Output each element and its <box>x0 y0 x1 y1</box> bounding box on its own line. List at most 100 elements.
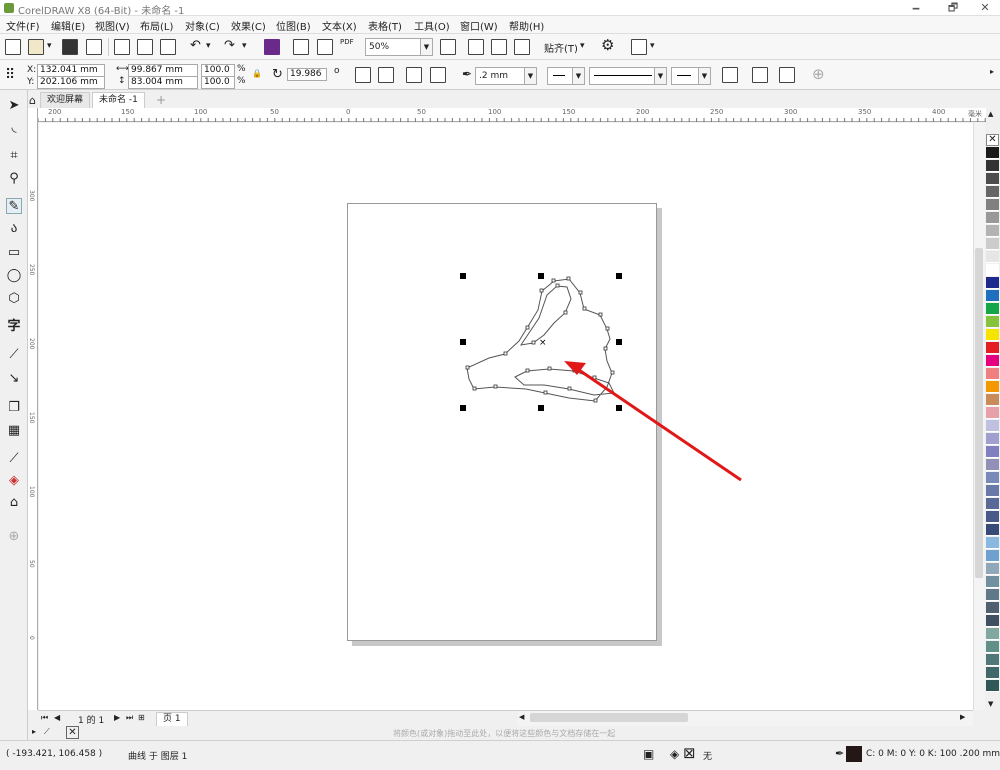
undo-dropdown-icon[interactable]: ▾ <box>206 41 211 51</box>
drop-shadow-tool-icon[interactable]: ❐ <box>6 400 22 416</box>
page-1-tab[interactable]: 页 1 <box>156 712 188 726</box>
scroll-left-icon[interactable]: ◀ <box>519 713 524 721</box>
object-origin-icon[interactable]: ⠿ <box>5 67 15 83</box>
palette-swatch[interactable] <box>986 225 999 237</box>
palette-swatch[interactable] <box>986 485 999 497</box>
menu-tools[interactable]: 工具(O) <box>414 18 450 33</box>
extract-subpath-icon[interactable] <box>779 67 795 83</box>
print-icon[interactable] <box>86 39 102 55</box>
cut-icon[interactable] <box>114 39 130 55</box>
parallel-dimension-tool-icon[interactable]: ⟋ <box>6 347 22 363</box>
show-guidelines-icon[interactable] <box>514 39 530 55</box>
scale-y-field[interactable]: 100.0 <box>201 76 235 89</box>
launcher-dropdown-icon[interactable]: ▾ <box>650 41 655 51</box>
y-position-field[interactable]: 202.106 mm <box>37 76 105 89</box>
smart-fill-tool-icon[interactable]: ⌂ <box>6 495 22 511</box>
palette-swatch[interactable] <box>986 342 999 354</box>
palette-swatch[interactable] <box>986 355 999 367</box>
palette-swatch[interactable] <box>986 459 999 471</box>
corel-connect-icon[interactable] <box>264 39 280 55</box>
eyedropper-tool-icon[interactable]: ⟋ <box>6 451 22 467</box>
palette-swatch[interactable] <box>986 511 999 523</box>
tab-untitled-1[interactable]: 未命名 -1 <box>92 92 145 108</box>
palette-swatch[interactable] <box>986 654 999 666</box>
prev-page-icon[interactable]: ◀ <box>54 713 60 722</box>
open-folder-icon[interactable] <box>28 39 44 55</box>
close-curve-icon[interactable] <box>722 67 738 83</box>
property-bar-expand-icon[interactable]: ▸ <box>990 67 994 76</box>
palette-swatch[interactable] <box>986 563 999 575</box>
end-arrowhead-select[interactable]: ▼ <box>671 67 711 85</box>
polygon-tool-icon[interactable]: ⬡ <box>6 291 22 307</box>
rotation-angle-field[interactable]: 19.986 <box>287 68 327 81</box>
new-tab-icon[interactable]: + <box>156 93 166 107</box>
transparency-tool-icon[interactable]: ▦ <box>6 423 22 439</box>
fill-bucket-icon[interactable]: ◈ <box>670 747 679 761</box>
outline-width-select[interactable]: .2 mm ▼ <box>475 67 537 85</box>
add-tool-icon[interactable]: ⊕ <box>6 529 22 545</box>
wrap-text-icon[interactable] <box>752 67 768 83</box>
start-arrowhead-select[interactable]: ▼ <box>547 67 585 85</box>
palette-swatch[interactable] <box>986 186 999 198</box>
new-document-icon[interactable] <box>5 39 21 55</box>
menu-table[interactable]: 表格(T) <box>368 18 402 33</box>
mirror-horizontal-icon[interactable] <box>355 67 371 83</box>
palette-swatch[interactable] <box>986 433 999 445</box>
interactive-fill-tool-icon[interactable]: ◈ <box>6 473 22 489</box>
vertical-ruler[interactable]: 300 250 200 150 100 50 0 <box>28 108 38 710</box>
palette-swatch[interactable] <box>986 329 999 341</box>
menu-view[interactable]: 视图(V) <box>95 18 130 33</box>
palette-swatch[interactable] <box>986 602 999 614</box>
snap-dropdown-icon[interactable]: ▾ <box>580 41 585 51</box>
copy-icon[interactable] <box>137 39 153 55</box>
horizontal-ruler[interactable]: 200 150 100 50 0 50 100 150 200 250 300 … <box>38 108 986 122</box>
palette-swatch[interactable] <box>986 524 999 536</box>
smooth-nodes-icon[interactable] <box>406 67 422 83</box>
palette-swatch[interactable] <box>986 420 999 432</box>
doc-palette-eyedropper-icon[interactable]: ⟋ <box>44 727 50 737</box>
palette-swatch[interactable] <box>986 238 999 250</box>
show-grid-icon[interactable] <box>491 39 507 55</box>
selected-curve-layer[interactable]: × <box>39 123 976 710</box>
scroll-right-icon[interactable]: ▶ <box>960 713 965 721</box>
palette-swatch[interactable] <box>986 472 999 484</box>
outline-color-swatch[interactable] <box>846 746 862 762</box>
connector-tool-icon[interactable]: ↘ <box>6 371 22 387</box>
palette-swatch[interactable] <box>986 537 999 549</box>
palette-swatch[interactable] <box>986 316 999 328</box>
palette-swatch[interactable] <box>986 667 999 679</box>
last-page-icon[interactable]: ⏭ <box>126 713 133 723</box>
artistic-media-tool-icon[interactable]: ა <box>6 221 22 237</box>
full-screen-preview-icon[interactable] <box>440 39 456 55</box>
palette-swatch[interactable] <box>986 368 999 380</box>
palette-swatch[interactable] <box>986 381 999 393</box>
rectangle-tool-icon[interactable]: ▭ <box>6 245 22 261</box>
color-proofing-icon[interactable]: ▣ <box>643 747 654 761</box>
close-button[interactable]: ✕ <box>972 0 998 16</box>
palette-swatch[interactable] <box>986 576 999 588</box>
redo-icon[interactable]: ↷ <box>224 38 235 53</box>
palette-swatch[interactable] <box>986 173 999 185</box>
palette-swatch[interactable] <box>986 641 999 653</box>
snap-to-menu[interactable]: 贴齐(T) <box>544 40 578 55</box>
menu-window[interactable]: 窗口(W) <box>460 18 498 33</box>
palette-swatch[interactable] <box>986 147 999 159</box>
first-page-icon[interactable]: ⏮ <box>41 713 48 723</box>
save-icon[interactable] <box>62 39 78 55</box>
palette-swatch[interactable] <box>986 615 999 627</box>
redo-dropdown-icon[interactable]: ▾ <box>242 41 247 51</box>
palette-swatch[interactable] <box>986 446 999 458</box>
menu-help[interactable]: 帮助(H) <box>509 18 544 33</box>
menu-file[interactable]: 文件(F) <box>6 18 40 33</box>
ellipse-tool-icon[interactable]: ◯ <box>6 268 22 284</box>
paste-icon[interactable] <box>160 39 176 55</box>
show-rulers-icon[interactable] <box>468 39 484 55</box>
restore-button[interactable]: 🗗 <box>940 0 966 16</box>
palette-swatch[interactable] <box>986 290 999 302</box>
palette-swatch[interactable] <box>986 303 999 315</box>
minimize-button[interactable]: 🗕 <box>903 0 929 16</box>
application-launcher-icon[interactable] <box>631 39 647 55</box>
menu-object[interactable]: 对象(C) <box>185 18 220 33</box>
undo-icon[interactable]: ↶ <box>190 38 201 53</box>
height-field[interactable]: 83.004 mm <box>128 76 198 89</box>
